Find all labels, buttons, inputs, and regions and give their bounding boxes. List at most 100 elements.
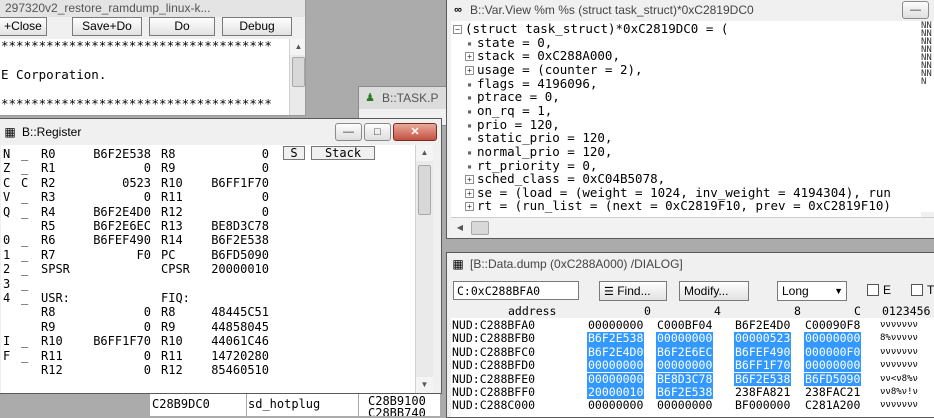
expand-icon[interactable]: +: [465, 202, 474, 212]
dump-value[interactable]: B6F2E538: [656, 385, 714, 400]
dump-address[interactable]: NUD:C288C000: [451, 399, 536, 413]
scroll-thumb[interactable]: [471, 221, 489, 235]
dump-value[interactable]: 00000000: [587, 399, 644, 413]
var-tree-line[interactable]: + stack = 0xC288A000,: [465, 49, 620, 63]
dump-value[interactable]: 00000000: [656, 358, 714, 373]
dump-value[interactable]: BE8D3C78: [656, 372, 714, 386]
dump-value[interactable]: B6F2E4D0: [587, 345, 645, 360]
var-tree-line[interactable]: − (struct task_struct)*0xC2819DC0 = (: [453, 22, 728, 36]
dump-value[interactable]: B6FEF490: [734, 345, 792, 360]
var-tree-line[interactable]: + usage = (counter = 2),: [465, 63, 643, 77]
address-input[interactable]: [453, 281, 579, 300]
scroll-left-icon[interactable]: ◀: [453, 221, 467, 235]
dump-value[interactable]: C00090F8: [804, 318, 861, 332]
register-value[interactable]: 0: [197, 190, 269, 204]
dump-value[interactable]: 00000000: [804, 332, 862, 346]
register-value[interactable]: 44858045: [197, 320, 269, 334]
register-value[interactable]: 0523: [81, 176, 151, 190]
register-value[interactable]: 85460510: [197, 363, 269, 377]
dump-value[interactable]: B6F2E4D0: [734, 318, 791, 332]
var-tree-line[interactable]: + rt = (run_list = (next = 0xC2819F10, pr…: [465, 199, 891, 213]
debug-button[interactable]: Debug: [222, 17, 292, 36]
scroll-up-icon[interactable]: ▲: [416, 145, 433, 161]
var-tree-line[interactable]: ▪ flags = 4196096,: [465, 76, 597, 91]
register-value[interactable]: B6F2E6EC: [81, 219, 151, 233]
register-scrollbar[interactable]: ▲ ▼: [415, 145, 433, 393]
dump-value[interactable]: 00000000: [587, 358, 645, 373]
source-scrollbar[interactable]: ▲: [289, 39, 305, 115]
dump-value[interactable]: C000BF04: [656, 318, 713, 332]
dump-value[interactable]: C281A200: [804, 399, 861, 413]
var-tree-line[interactable]: + se = (load = (weight = 1024, inv_weight…: [465, 185, 891, 200]
format-select[interactable]: Long ▼: [777, 281, 847, 301]
dump-address[interactable]: NUD:C288BFC0: [451, 345, 536, 359]
var-tree-line[interactable]: ▪ state = 0,: [465, 35, 552, 50]
register-value[interactable]: B6F2E538: [81, 147, 151, 161]
dump-address[interactable]: NUD:C288BFF0: [451, 385, 536, 399]
close-window-button[interactable]: ✕: [393, 123, 437, 141]
scroll-up-icon[interactable]: ▲: [290, 39, 305, 55]
dump-value[interactable]: 000000F0: [804, 345, 862, 360]
dump-value[interactable]: B6FF1F70: [734, 358, 792, 373]
register-value[interactable]: 0: [81, 190, 151, 204]
dump-value[interactable]: 00000523: [734, 332, 792, 346]
collapse-icon[interactable]: −: [453, 25, 462, 34]
register-value[interactable]: 14720280: [197, 349, 269, 363]
scroll-thumb[interactable]: [292, 57, 305, 87]
source-text-area[interactable]: ************************************ E C…: [0, 39, 289, 115]
dump-value[interactable]: 238FA821: [734, 385, 791, 399]
minimize-button[interactable]: —: [335, 123, 362, 141]
var-tree-line[interactable]: ▪ on_rq = 1,: [465, 104, 552, 118]
var-tree-line[interactable]: ▪ normal_prio = 120,: [465, 145, 612, 159]
dump-address[interactable]: NUD:C288BFA0: [451, 318, 536, 332]
register-value[interactable]: 0: [197, 205, 269, 219]
dump-address[interactable]: NUD:C288BFB0: [451, 332, 536, 346]
register-value[interactable]: 0: [81, 349, 151, 363]
dump-titlebar[interactable]: ▦ [B::Data.dump (0xC288A000) /DIALOG]: [447, 253, 934, 275]
register-value[interactable]: 0: [81, 363, 151, 377]
register-value[interactable]: B6F2E538: [197, 233, 269, 247]
var-tree-line[interactable]: ▪ rt_priority = 0,: [465, 158, 597, 173]
dump-value[interactable]: 238FAC21: [804, 385, 861, 399]
expand-icon[interactable]: +: [465, 188, 474, 198]
scroll-thumb[interactable]: [418, 165, 431, 215]
modify-button[interactable]: Modify...: [679, 281, 749, 301]
var-tree-line[interactable]: ▪ ptrace = 0,: [465, 90, 560, 104]
task-address-right-2[interactable]: C28BB740: [368, 407, 426, 416]
dump-value[interactable]: B6FD5090: [804, 372, 862, 386]
dump-address[interactable]: NUD:C288BFD0: [451, 358, 536, 372]
register-value[interactable]: 0: [197, 147, 269, 161]
expand-icon[interactable]: +: [465, 65, 474, 75]
expand-icon[interactable]: +: [465, 175, 474, 185]
register-value[interactable]: F0: [81, 248, 151, 262]
save-do-button[interactable]: Save+Do: [72, 17, 142, 36]
dump-value[interactable]: B6F2E538: [587, 332, 645, 346]
register-value[interactable]: B6F2E4D0: [81, 205, 151, 219]
do-button[interactable]: Do: [149, 17, 215, 36]
register-value[interactable]: 44061C46: [197, 334, 269, 348]
maximize-button[interactable]: □: [364, 123, 391, 141]
minimize-button[interactable]: —: [902, 1, 929, 19]
var-tree-line[interactable]: ▪ static_prio = 120,: [465, 131, 612, 145]
dump-value[interactable]: 00000000: [656, 399, 713, 413]
checkbox-t[interactable]: [911, 284, 923, 296]
dump-value[interactable]: BF000000: [734, 399, 791, 413]
source-window-titlebar[interactable]: 297320v2_restore_ramdump_linux-k...: [0, 0, 305, 17]
find-button[interactable]: ☰ Find...: [599, 281, 667, 301]
register-value[interactable]: B6FF1F70: [81, 334, 151, 348]
varview-titlebar[interactable]: ∞ B::Var.View %m %s (struct task_struct)…: [447, 0, 934, 20]
register-value[interactable]: 0: [81, 305, 151, 319]
register-value[interactable]: B6FD5090: [197, 248, 269, 262]
dump-value[interactable]: 20000010: [587, 385, 645, 400]
dump-value[interactable]: B6F2E6EC: [656, 345, 714, 360]
var-tree-line[interactable]: + sched_class = 0xC04B5078,: [465, 172, 665, 186]
dump-value[interactable]: 00000000: [656, 332, 714, 346]
expand-icon[interactable]: +: [465, 52, 474, 62]
dump-value[interactable]: 00000000: [804, 358, 862, 373]
task-name[interactable]: sd_hotplug: [248, 398, 320, 410]
register-value[interactable]: 0: [81, 320, 151, 334]
dump-value[interactable]: 00000000: [587, 318, 644, 332]
scroll-down-icon[interactable]: ▼: [416, 377, 433, 393]
task-address[interactable]: C28B9DC0: [152, 398, 210, 410]
register-value[interactable]: B6FEF490: [81, 233, 151, 247]
